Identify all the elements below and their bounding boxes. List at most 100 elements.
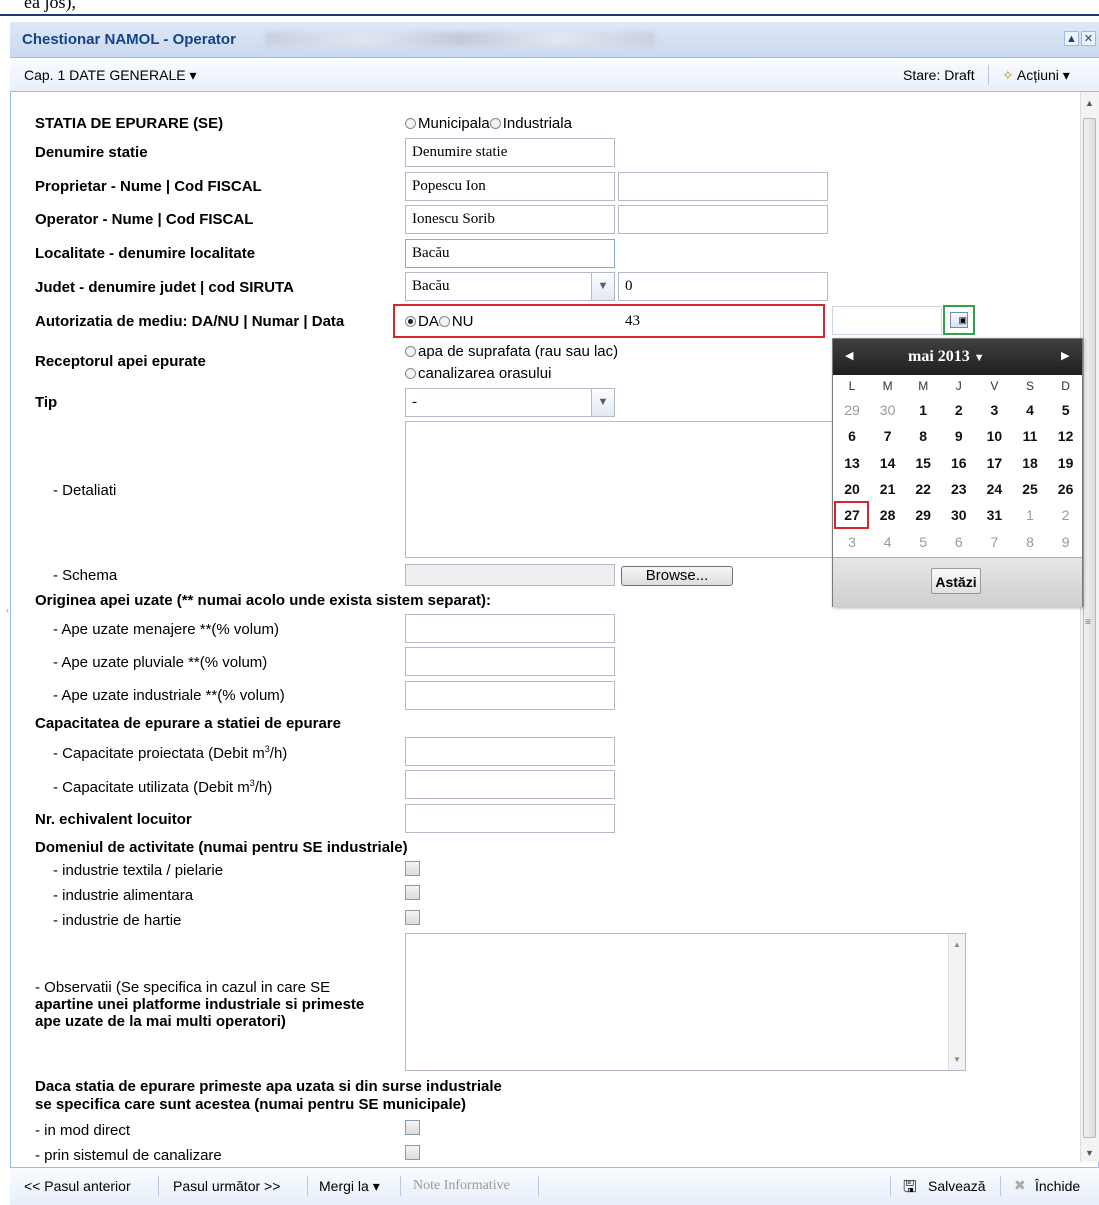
browse-button[interactable]: Browse...: [621, 566, 733, 586]
scroll-down-icon[interactable]: ▼: [1085, 1148, 1094, 1158]
actions-menu-button[interactable]: ✧ Acțiuni ▾: [1002, 67, 1070, 84]
calendar-day[interactable]: 7: [871, 428, 905, 444]
autorizatia-date-input[interactable]: [832, 306, 942, 335]
chevron-down-icon[interactable]: ▼: [591, 273, 614, 300]
calendar-day[interactable]: 8: [1013, 534, 1047, 550]
calendar-day[interactable]: 12: [1049, 428, 1083, 444]
calendar-day[interactable]: 1: [1013, 507, 1047, 523]
calendar-day[interactable]: 22: [906, 481, 940, 497]
calendar-day[interactable]: 6: [835, 428, 869, 444]
calendar-day[interactable]: 16: [942, 455, 976, 471]
radio-suprafata[interactable]: apa de suprafata (rau sau lac): [405, 343, 618, 360]
observatii-scrollbar[interactable]: ▲ ▼: [948, 934, 965, 1070]
calendar-day[interactable]: 21: [871, 481, 905, 497]
hartie-checkbox[interactable]: [405, 910, 420, 925]
calendar-day[interactable]: 23: [942, 481, 976, 497]
denumire-input[interactable]: Denumire statie: [405, 138, 615, 167]
calendar-day[interactable]: 5: [1049, 402, 1083, 418]
goto-menu-button[interactable]: Mergi la ▾: [319, 1178, 380, 1195]
calendar-day[interactable]: 17: [977, 455, 1011, 471]
chevron-down-icon[interactable]: ▼: [591, 389, 614, 416]
close-button[interactable]: Închide: [1035, 1178, 1080, 1194]
next-step-button[interactable]: Pasul următor >>: [173, 1178, 280, 1194]
notes-button[interactable]: Note Informative: [413, 1178, 510, 1194]
today-button[interactable]: Astăzi: [931, 568, 981, 594]
scroll-up-icon[interactable]: ▲: [1085, 98, 1094, 108]
radio-da[interactable]: DA: [405, 313, 439, 330]
cap-proiectata-input[interactable]: [405, 737, 615, 766]
pluviale-input[interactable]: [405, 647, 615, 676]
observatii-textarea[interactable]: ▲ ▼: [405, 933, 966, 1071]
calendar-day[interactable]: 3: [977, 402, 1011, 418]
calendar-day[interactable]: 24: [977, 481, 1011, 497]
calendar-day[interactable]: 20: [835, 481, 869, 497]
radio-canalizare[interactable]: canalizarea orasului: [405, 365, 551, 382]
calendar-day[interactable]: 2: [942, 402, 976, 418]
calendar-day[interactable]: 3: [835, 534, 869, 550]
collapse-icon[interactable]: ▲: [1064, 31, 1079, 46]
calendar-day[interactable]: 29: [835, 402, 869, 418]
menajere-input[interactable]: [405, 614, 615, 643]
close-icon[interactable]: ✕: [1081, 31, 1096, 46]
siruta-input[interactable]: 0: [618, 272, 828, 301]
calendar-day[interactable]: 14: [871, 455, 905, 471]
operator-cod-input[interactable]: [618, 205, 828, 234]
sparkle-icon: ✧: [1002, 67, 1014, 83]
textila-checkbox[interactable]: [405, 861, 420, 876]
calendar-day[interactable]: 8: [906, 428, 940, 444]
canalizare-checkbox[interactable]: [405, 1145, 420, 1160]
judet-select[interactable]: Bacău ▼: [405, 272, 615, 301]
direct-checkbox[interactable]: [405, 1120, 420, 1135]
save-button[interactable]: Salvează: [928, 1178, 986, 1194]
scroll-down-icon[interactable]: ▼: [953, 1055, 961, 1064]
calendar-day[interactable]: 4: [871, 534, 905, 550]
calendar-day[interactable]: 30: [942, 507, 976, 523]
scroll-up-icon[interactable]: ▲: [953, 940, 961, 949]
calendar-day[interactable]: 9: [942, 428, 976, 444]
calendar-day[interactable]: 11: [1013, 428, 1047, 444]
prev-month-icon[interactable]: ◀: [845, 349, 853, 362]
calendar-day[interactable]: 10: [977, 428, 1011, 444]
chapter-menu-button[interactable]: Cap. 1 DATE GENERALE ▾: [24, 67, 197, 84]
calendar-icon[interactable]: ▣: [950, 312, 968, 328]
receptor-label: Receptorul apei epurate: [35, 353, 206, 370]
calendar-day[interactable]: 1: [906, 402, 940, 418]
calendar-day[interactable]: 5: [906, 534, 940, 550]
proprietar-cod-input[interactable]: [618, 172, 828, 201]
calendar-day[interactable]: 30: [871, 402, 905, 418]
form-scrollbar[interactable]: ▲ ≡ ▼: [1080, 92, 1099, 1162]
calendar-day[interactable]: 25: [1013, 481, 1047, 497]
tip-select[interactable]: - ▼: [405, 388, 615, 417]
calendar-day[interactable]: 2: [1049, 507, 1083, 523]
alimentara-checkbox[interactable]: [405, 885, 420, 900]
calendar-day[interactable]: 31: [977, 507, 1011, 523]
calendar-day[interactable]: 19: [1049, 455, 1083, 471]
calendar-day[interactable]: 6: [942, 534, 976, 550]
cap-utilizata-input[interactable]: [405, 770, 615, 799]
localitate-input[interactable]: Bacău: [405, 239, 615, 268]
proprietar-name-input[interactable]: Popescu Ion: [405, 172, 615, 201]
industriale-input[interactable]: [405, 681, 615, 710]
prev-step-button[interactable]: << Pasul anterior: [24, 1178, 131, 1194]
next-month-icon[interactable]: ▶: [1061, 349, 1069, 362]
calendar-day[interactable]: 15: [906, 455, 940, 471]
calendar-day[interactable]: 28: [871, 507, 905, 523]
calendar-day[interactable]: 7: [977, 534, 1011, 550]
calendar-day[interactable]: 18: [1013, 455, 1047, 471]
calendar-day[interactable]: 13: [835, 455, 869, 471]
calendar-day[interactable]: 26: [1049, 481, 1083, 497]
echivalent-input[interactable]: [405, 804, 615, 833]
scroll-thumb[interactable]: [1083, 118, 1096, 1138]
schema-file-input[interactable]: [405, 564, 615, 586]
radio-nu[interactable]: NU: [438, 313, 474, 330]
calendar-day[interactable]: 29: [906, 507, 940, 523]
month-picker[interactable]: mai 2013 ▼: [908, 348, 985, 366]
radio-municipala[interactable]: Municipala: [405, 115, 490, 132]
calendar-day[interactable]: 4: [1013, 402, 1047, 418]
calendar-day[interactable]: 9: [1049, 534, 1083, 550]
autorizatia-numar-value[interactable]: 43: [625, 313, 640, 330]
operator-name-input[interactable]: Ionescu Sorib: [405, 205, 615, 234]
left-collapse-icon[interactable]: ‹: [6, 605, 10, 627]
detaliati-textarea[interactable]: [405, 421, 835, 558]
radio-industriala[interactable]: Industriala: [489, 115, 572, 132]
